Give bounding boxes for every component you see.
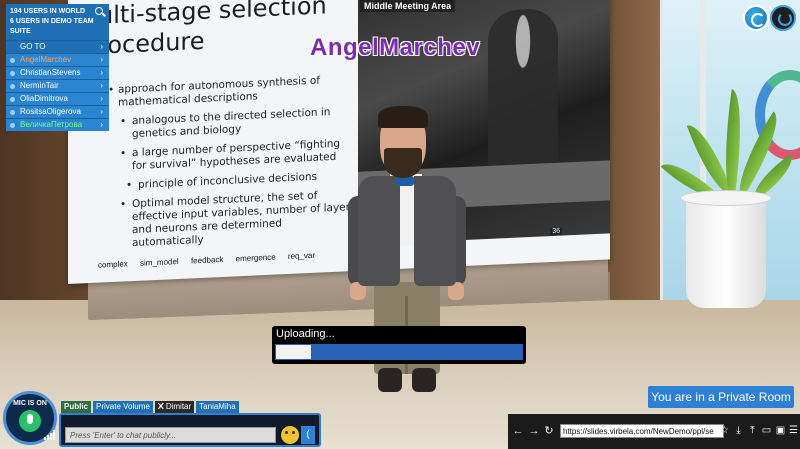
- star-icon[interactable]: ☆: [719, 424, 730, 437]
- avatar-shoe: [378, 368, 402, 392]
- goto-label: GO TO: [20, 42, 46, 51]
- area-label: Middle Meeting Area: [360, 0, 456, 12]
- user-name: OliaDimitrova: [20, 94, 69, 103]
- chevron-right-icon: ›: [100, 81, 103, 90]
- chevron-right-icon: ›: [100, 55, 103, 64]
- avatar-jacket: [414, 176, 456, 286]
- app-logo-icon[interactable]: [743, 5, 769, 31]
- back-icon[interactable]: ←: [512, 424, 524, 438]
- user-list-item[interactable]: RositsaOligerova ›: [6, 105, 109, 118]
- signal-strength-icon: [44, 430, 56, 440]
- chat-tab-public[interactable]: Public: [61, 401, 92, 413]
- users-in-suite: 6 USERS IN DEMO TEAM SUITE: [10, 18, 94, 35]
- speaker-nametag: AngelMarchev: [310, 34, 481, 61]
- download-icon[interactable]: ⤓: [733, 424, 744, 437]
- status-dot-icon: [10, 71, 15, 76]
- footer-item: req_var: [287, 250, 316, 262]
- slide-bullets: approach for autonomous synthesis of mat…: [106, 73, 356, 257]
- status-dot-icon: [10, 110, 15, 115]
- goto-button[interactable]: GO TO ›: [6, 40, 109, 53]
- chevron-right-icon: ›: [100, 42, 103, 51]
- users-in-world: 194 USERS IN WORLD: [10, 8, 86, 15]
- url-field[interactable]: [560, 424, 724, 438]
- user-name: ВеличкаПетрова: [20, 120, 83, 129]
- upload-label: Uploading...: [276, 328, 335, 340]
- chat-expand-button[interactable]: (: [301, 426, 315, 444]
- footer-item: complex: [98, 259, 128, 270]
- avatar-jacket: [358, 176, 400, 286]
- forward-icon[interactable]: →: [528, 424, 540, 438]
- refresh-icon[interactable]: ↻: [543, 424, 555, 438]
- chevron-right-icon: ›: [100, 107, 103, 116]
- user-name: NerminTair: [20, 81, 59, 90]
- slide-bullet: a large number of perspective “fighting …: [106, 137, 356, 174]
- user-list-item[interactable]: OliaDimitrova ›: [6, 92, 109, 105]
- avatar-hair: [378, 106, 428, 128]
- user-name: RositsaOligerova: [20, 107, 81, 116]
- user-name: AngelMarchev: [20, 55, 72, 64]
- mic-toggle-button[interactable]: MIC IS ON: [3, 391, 57, 445]
- progress-track: [275, 344, 523, 360]
- status-dot-icon: [10, 97, 15, 102]
- plant-pot-rim: [680, 190, 772, 206]
- avatar-beard: [384, 148, 422, 178]
- chat-tab-dimitar[interactable]: Dimitar: [154, 401, 195, 413]
- video-icon[interactable]: ▣: [775, 424, 786, 437]
- smiley-icon[interactable]: [281, 426, 299, 444]
- chevron-right-icon: ›: [100, 94, 103, 103]
- present-icon[interactable]: ▭: [761, 424, 772, 437]
- footer-item: emergence: [235, 252, 276, 264]
- close-icon[interactable]: [157, 403, 164, 409]
- microphone-icon: [19, 410, 41, 432]
- status-dot-icon: [10, 84, 15, 89]
- user-panel: 194 USERS IN WORLD 6 USERS IN DEMO TEAM …: [6, 4, 109, 131]
- slide-title: ulti-stage selection rocedure: [98, 0, 327, 60]
- virtual-scene[interactable]: ulti-stage selection rocedure approach f…: [0, 0, 800, 449]
- power-icon[interactable]: [770, 5, 796, 31]
- chevron-right-icon: ›: [100, 68, 103, 77]
- status-dot-icon: [10, 123, 15, 128]
- chat-tab-taniamiha[interactable]: TaniaMiha: [196, 401, 239, 413]
- menu-icon[interactable]: ☰: [788, 424, 799, 437]
- status-dot-icon: [10, 58, 15, 63]
- chat-bar: (: [59, 413, 321, 447]
- progress-fill: [275, 344, 313, 360]
- chat-tab-label: Dimitar: [165, 402, 192, 411]
- user-list-item[interactable]: NerminTair ›: [6, 79, 109, 92]
- chat-input[interactable]: [65, 427, 276, 443]
- chevron-right-icon: ›: [100, 120, 103, 129]
- user-list-item[interactable]: AngelMarchev ›: [6, 53, 109, 66]
- user-list: AngelMarchev › ChristianStevens › NerminTair…: [6, 53, 109, 131]
- slide-bullet: Optimal model structure, the set of effe…: [106, 188, 356, 251]
- slide-page-number: 36: [550, 227, 562, 236]
- private-room-banner: You are in a Private Room: [648, 386, 794, 408]
- user-list-item[interactable]: ChristianStevens ›: [6, 66, 109, 79]
- upload-icon[interactable]: ⤒: [747, 424, 758, 437]
- avatar-shoe: [412, 368, 436, 392]
- chat-tabs: Public Private Volume Dimitar TaniaMiha: [61, 401, 239, 413]
- user-name: ChristianStevens: [20, 68, 81, 77]
- user-stats: 194 USERS IN WORLD 6 USERS IN DEMO TEAM …: [6, 4, 109, 40]
- upload-progress: Uploading...: [272, 326, 526, 364]
- user-list-item[interactable]: ВеличкаПетрова ›: [6, 118, 109, 131]
- photo-person: [488, 7, 558, 171]
- browser-toolbar: ← → ↻ ☆ ⤓ ⤒ ▭ ▣ ☰: [508, 414, 800, 449]
- chat-tab-private-volume[interactable]: Private Volume: [93, 401, 153, 413]
- mic-label: MIC IS ON: [13, 400, 47, 407]
- plant-pot: [686, 196, 766, 308]
- slide-bullet: analogous to the directed selection in g…: [106, 105, 356, 142]
- slide-bullet: approach for autonomous synthesis of mat…: [106, 73, 356, 110]
- footer-item: sim_model: [140, 256, 179, 268]
- footer-item: feedback: [190, 254, 224, 266]
- search-icon[interactable]: [95, 7, 103, 15]
